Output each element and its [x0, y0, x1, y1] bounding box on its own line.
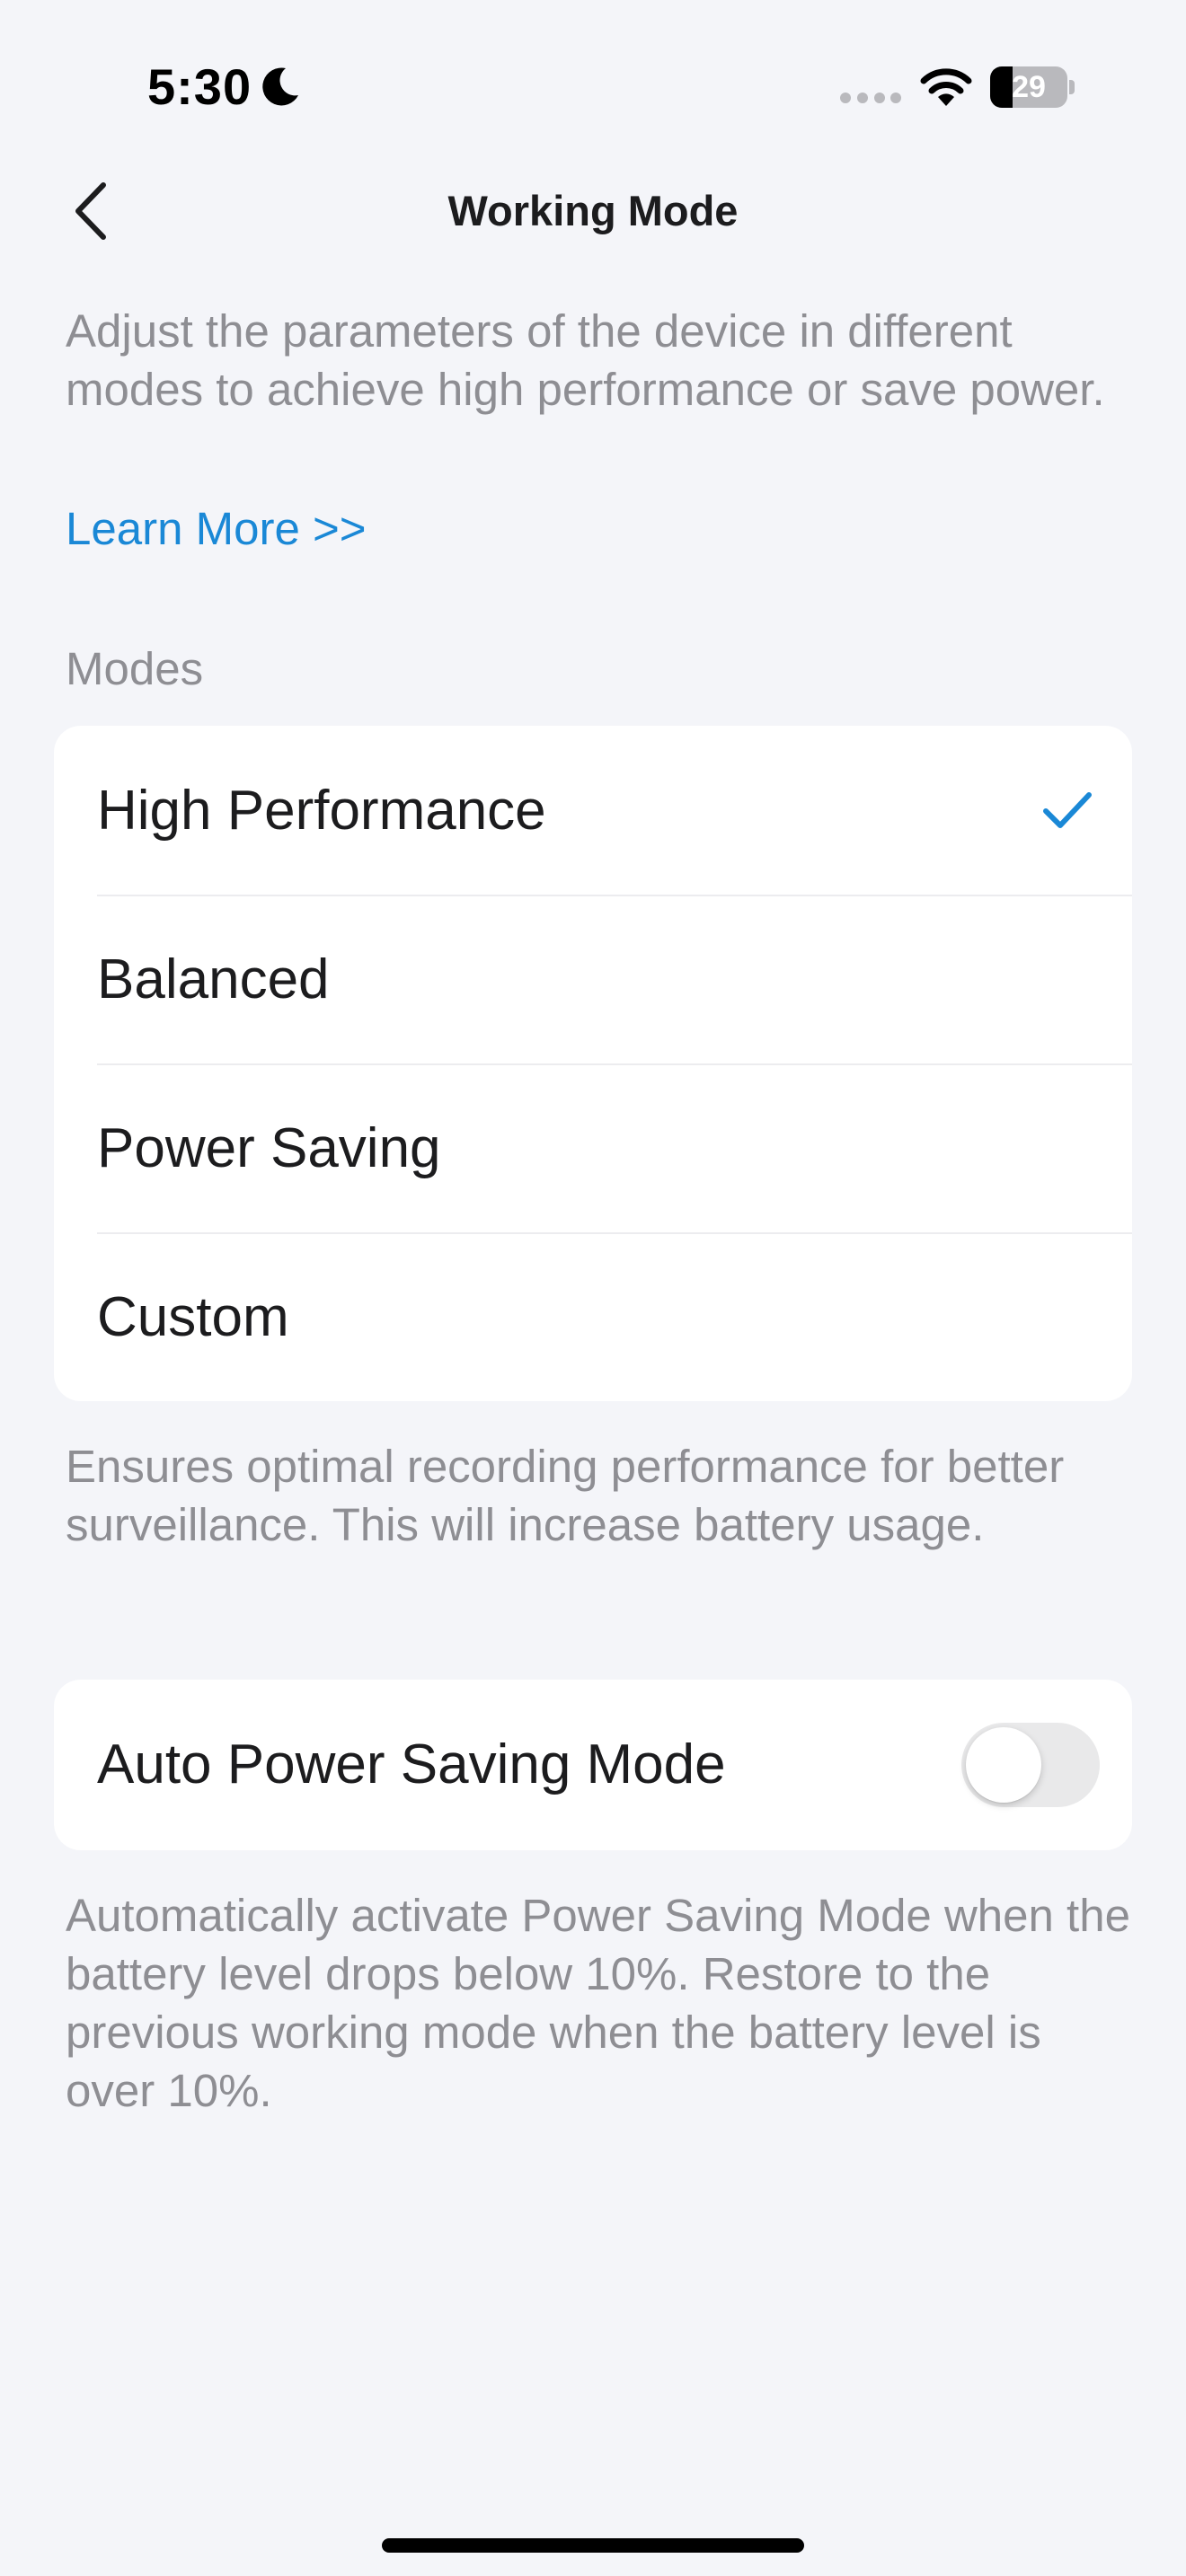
battery-level: 29 — [1012, 70, 1046, 104]
auto-power-saving-row: Auto Power Saving Mode — [54, 1680, 1132, 1850]
back-button[interactable] — [50, 171, 131, 251]
mode-description: Ensures optimal recording performance fo… — [66, 1441, 1065, 1550]
learn-more-link[interactable]: Learn More >> — [66, 499, 367, 558]
status-time: 5:30 — [147, 58, 252, 115]
toggle-knob — [966, 1727, 1041, 1803]
signal-icon — [840, 93, 901, 103]
mode-option-power-saving[interactable]: Power Saving — [54, 1063, 1132, 1232]
status-bar: 5:30 29 — [0, 0, 1186, 171]
mode-option-high-performance[interactable]: High Performance — [54, 726, 1132, 895]
modes-list: High Performance Balanced Power Saving C… — [54, 726, 1132, 1401]
page-description: Adjust the parameters of the device in d… — [66, 305, 1105, 415]
auto-power-saving-label: Auto Power Saving Mode — [97, 1734, 726, 1795]
mode-option-balanced[interactable]: Balanced — [54, 895, 1132, 1063]
mode-label: Power Saving — [97, 1116, 441, 1179]
checkmark-icon — [1043, 792, 1092, 828]
moon-icon — [262, 67, 298, 106]
mode-label: High Performance — [97, 779, 546, 842]
mode-label: Balanced — [97, 948, 330, 1010]
wifi-icon — [920, 68, 972, 106]
battery-icon: 29 — [990, 66, 1075, 108]
home-indicator — [382, 2538, 804, 2553]
page-title: Working Mode — [447, 187, 739, 234]
nav-bar: Working Mode — [0, 162, 1186, 260]
modes-section-header: Modes — [66, 643, 204, 694]
mode-label: Custom — [97, 1285, 289, 1348]
auto-power-saving-toggle[interactable] — [961, 1723, 1100, 1807]
mode-option-custom[interactable]: Custom — [54, 1232, 1132, 1401]
auto-power-saving-description: Automatically activate Power Saving Mode… — [66, 1890, 1130, 2116]
chevron-left-icon — [75, 182, 106, 240]
